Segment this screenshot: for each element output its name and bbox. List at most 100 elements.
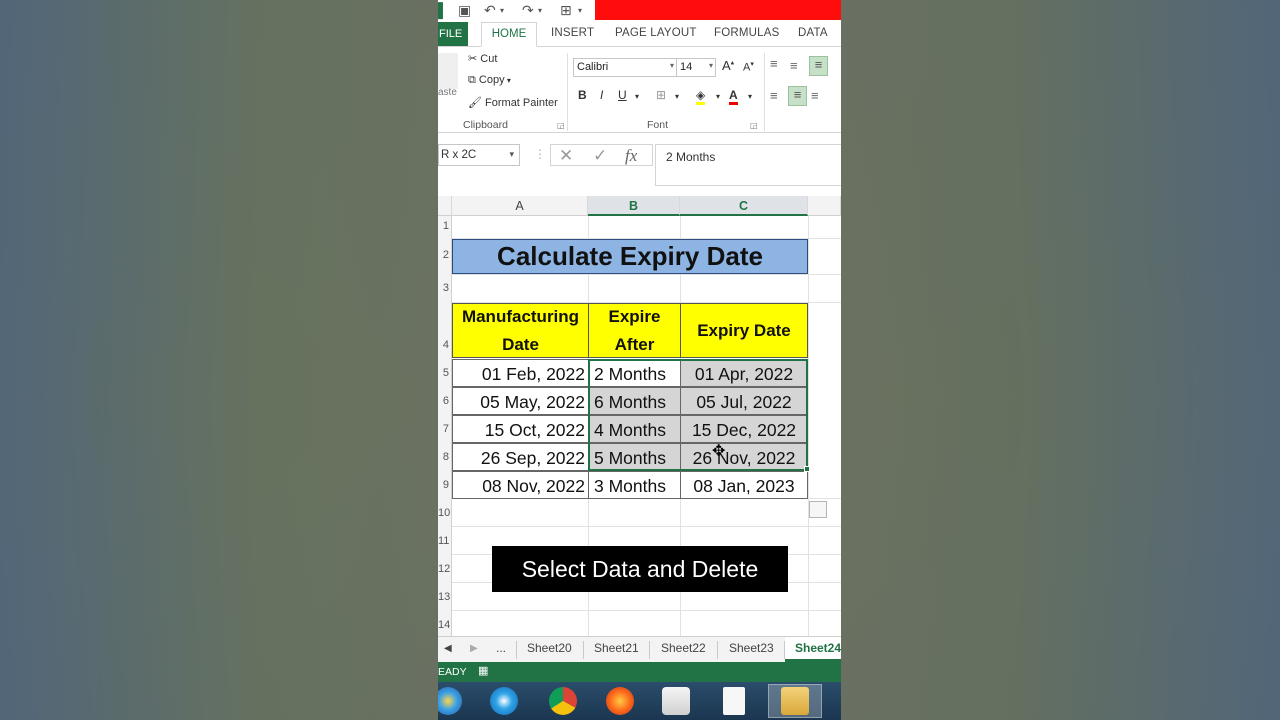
font-color-icon[interactable]: A <box>729 88 738 105</box>
tab-file[interactable]: FILE <box>438 22 468 46</box>
cell-mfg-date[interactable]: 01 Feb, 2022 <box>452 359 589 387</box>
underline-button[interactable]: U <box>618 88 627 102</box>
chrome-icon[interactable] <box>549 687 577 715</box>
row-header[interactable]: 14 <box>438 611 452 636</box>
cell-expiry-date[interactable]: 08 Jan, 2023 <box>680 471 808 499</box>
cell-mfg-date[interactable]: 15 Oct, 2022 <box>452 415 589 443</box>
sheet-tab[interactable]: Sheet22 <box>661 641 706 655</box>
undo-icon[interactable]: ↶ <box>484 2 496 19</box>
align-center-icon[interactable]: ≡ <box>788 86 807 106</box>
tab-home[interactable]: HOME <box>481 22 537 47</box>
header-manufacturing-date[interactable]: Manufacturing Date <box>452 303 589 358</box>
sheet-tab[interactable]: Sheet23 <box>729 641 774 655</box>
italic-button[interactable]: I <box>600 88 603 102</box>
header-expire-after[interactable]: Expire After <box>588 303 681 358</box>
align-top-icon[interactable]: ≡ <box>770 56 778 71</box>
borders-icon[interactable]: ⊞ <box>656 88 666 102</box>
media-player-icon[interactable] <box>662 687 690 715</box>
scroll-left-icon[interactable]: ◀ <box>444 643 452 654</box>
tab-insert[interactable]: INSERT <box>551 27 594 39</box>
cell-expire-after[interactable]: 3 Months <box>588 471 681 499</box>
formula-input[interactable]: 2 Months <box>655 144 841 186</box>
column-header-b[interactable]: B <box>588 196 680 216</box>
sheet-tab[interactable]: Sheet20 <box>527 641 572 655</box>
header-expiry-date[interactable]: Expiry Date <box>680 303 808 358</box>
row-header[interactable]: 11 <box>438 527 452 555</box>
cancel-icon[interactable]: ✕ <box>559 146 573 166</box>
cell-expire-after[interactable]: 2 Months <box>588 359 681 387</box>
shrink-font-button[interactable]: A▾ <box>743 60 754 74</box>
copy-button[interactable]: ⧉ Copy ▾ <box>468 74 511 87</box>
cell-expiry-date[interactable]: 01 Apr, 2022 <box>680 359 808 387</box>
select-all-corner[interactable] <box>438 196 452 216</box>
font-launcher-icon[interactable]: ◲ <box>750 121 758 130</box>
clipboard-launcher-icon[interactable]: ◲ <box>557 121 565 130</box>
internet-explorer-icon[interactable] <box>490 687 518 715</box>
row-header[interactable]: 9 <box>438 471 452 499</box>
align-bottom-icon[interactable]: ≡ <box>809 56 828 76</box>
grow-font-button[interactable]: A▴ <box>722 58 734 73</box>
cell-mfg-date[interactable]: 26 Sep, 2022 <box>452 443 589 471</box>
cell-expiry-date[interactable]: 26 Nov, 2022 <box>680 443 808 471</box>
cut-button[interactable]: ✂ Cut <box>468 52 497 65</box>
insert-function-icon[interactable]: fx <box>625 146 637 166</box>
tab-formulas[interactable]: FORMULAS <box>714 27 780 39</box>
font-size-select[interactable]: 14 ▾ <box>676 58 716 77</box>
row-header[interactable]: 13 <box>438 583 452 611</box>
row-header[interactable]: 5 <box>438 359 452 387</box>
tab-data[interactable]: DATA <box>798 27 828 39</box>
paste-icon[interactable] <box>438 53 458 89</box>
row-header[interactable]: 1 <box>438 216 452 239</box>
firefox-icon[interactable] <box>606 687 634 715</box>
underline-dropdown-icon[interactable]: ▾ <box>635 92 639 101</box>
borders-dropdown-icon[interactable]: ▾ <box>675 92 679 101</box>
quick-analysis-icon[interactable] <box>809 501 827 518</box>
row-header[interactable]: 2 <box>438 239 452 274</box>
sheet-title-cell[interactable]: Calculate Expiry Date <box>452 239 808 274</box>
fill-color-dropdown-icon[interactable]: ▾ <box>716 92 720 101</box>
column-header-d[interactable] <box>808 196 841 216</box>
tab-page-layout[interactable]: PAGE LAYOUT <box>615 27 697 39</box>
row-header[interactable]: 7 <box>438 415 452 443</box>
customize-dropdown-icon[interactable]: ▾ <box>578 6 582 15</box>
cell-expire-after[interactable]: 4 Months <box>588 415 681 443</box>
align-right-icon[interactable]: ≡ <box>811 88 819 103</box>
row-header[interactable]: 8 <box>438 443 452 471</box>
start-icon[interactable] <box>438 687 462 715</box>
sheet-tab-active[interactable]: Sheet24 <box>785 637 841 662</box>
bold-button[interactable]: B <box>578 88 587 102</box>
cell-expiry-date[interactable]: 15 Dec, 2022 <box>680 415 808 443</box>
cell-mfg-date[interactable]: 08 Nov, 2022 <box>452 471 589 499</box>
row-header[interactable]: 12 <box>438 555 452 583</box>
column-header-c[interactable]: C <box>680 196 808 216</box>
format-painter-button[interactable]: 🖌 Format Painter <box>468 96 558 109</box>
more-sheets-button[interactable]: ... <box>496 641 506 655</box>
cell-expire-after[interactable]: 6 Months <box>588 387 681 415</box>
macro-record-icon[interactable]: ▦ <box>478 664 488 677</box>
undo-dropdown-icon[interactable]: ▾ <box>500 6 504 15</box>
name-box[interactable]: R x 2C ▾ <box>438 144 520 166</box>
redo-icon[interactable]: ↷ <box>522 2 534 19</box>
scroll-right-icon[interactable]: ▶ <box>470 643 478 654</box>
cell-mfg-date[interactable]: 05 May, 2022 <box>452 387 589 415</box>
align-left-icon[interactable]: ≡ <box>770 88 778 103</box>
row-header[interactable]: 4 <box>438 303 452 359</box>
font-color-dropdown-icon[interactable]: ▾ <box>748 92 752 101</box>
redo-dropdown-icon[interactable]: ▾ <box>538 6 542 15</box>
save-icon[interactable]: ▣ <box>458 2 471 19</box>
border-icon[interactable]: ⊞ <box>560 2 572 19</box>
fill-handle[interactable] <box>804 466 810 472</box>
fill-color-icon[interactable]: ◈ <box>696 88 706 105</box>
file-explorer-icon[interactable] <box>781 687 809 715</box>
font-name-select[interactable]: Calibri ▾ <box>573 58 677 77</box>
row-header[interactable]: 6 <box>438 387 452 415</box>
cell-expiry-date[interactable]: 05 Jul, 2022 <box>680 387 808 415</box>
column-header-a[interactable]: A <box>452 196 588 216</box>
align-middle-icon[interactable]: ≡ <box>790 58 798 73</box>
row-header[interactable]: 3 <box>438 274 452 303</box>
row-header[interactable]: 10 <box>438 499 452 527</box>
enter-icon[interactable]: ✓ <box>593 146 607 166</box>
document-icon[interactable] <box>723 687 745 715</box>
paste-label[interactable]: aste <box>438 87 457 98</box>
cell-expire-after[interactable]: 5 Months <box>588 443 681 471</box>
